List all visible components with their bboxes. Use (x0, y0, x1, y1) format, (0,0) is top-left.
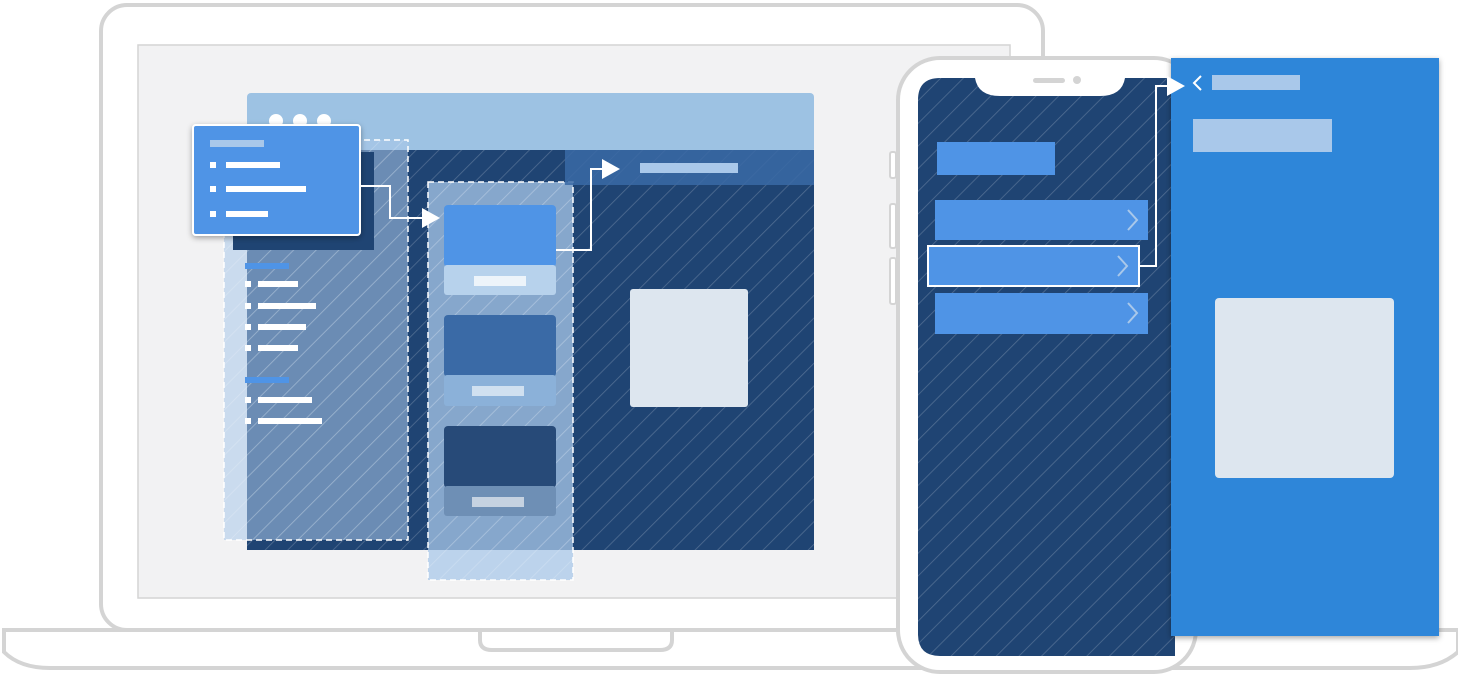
phone-camera (1073, 76, 1081, 84)
sidebar-group-label (245, 263, 289, 269)
card-item (444, 315, 556, 406)
phone-detail-screen (1171, 58, 1439, 636)
sidebar-bullet (245, 324, 251, 330)
popover-bullet (210, 211, 216, 217)
phone-speaker (1033, 78, 1065, 83)
app-window (192, 93, 814, 581)
sidebar-bullet (245, 345, 251, 351)
phone-list-row (935, 293, 1148, 334)
card-item (444, 205, 556, 295)
phone-side-button (889, 151, 897, 179)
sidebar-item-line (258, 418, 322, 424)
sidebar-bullet (245, 418, 251, 424)
popover-title-line (210, 140, 264, 147)
detail-heading-block (1193, 119, 1332, 152)
sidebar-bullet (245, 303, 251, 309)
sidebar-group-label (245, 377, 289, 383)
sidebar-item-line (258, 281, 298, 287)
sidebar-item-line (258, 303, 316, 309)
popover-item-line (226, 211, 268, 217)
phone-title-block (937, 142, 1055, 175)
detail-content-box (630, 289, 748, 407)
detail-title-line (640, 163, 738, 173)
sidebar-item-line (258, 397, 312, 403)
phone-side-button (889, 203, 897, 249)
popover-item-line (226, 186, 306, 192)
sidebar-bullet (245, 281, 251, 287)
sidebar-item-line (258, 324, 306, 330)
phone-list-row (935, 200, 1148, 240)
popover-bullet (210, 162, 216, 168)
detail-back-title (1212, 75, 1300, 90)
sidebar-bullet (245, 397, 251, 403)
popover-item-line (226, 162, 280, 168)
card-item (444, 426, 556, 516)
phone-list-row-selected (927, 245, 1140, 287)
phone-side-button (889, 257, 897, 305)
sidebar-item-line (258, 345, 298, 351)
device-layout-illustration (2, 3, 1458, 674)
detail-content-box (1215, 298, 1394, 478)
phone (889, 56, 1198, 674)
popover-bullet (210, 186, 216, 192)
